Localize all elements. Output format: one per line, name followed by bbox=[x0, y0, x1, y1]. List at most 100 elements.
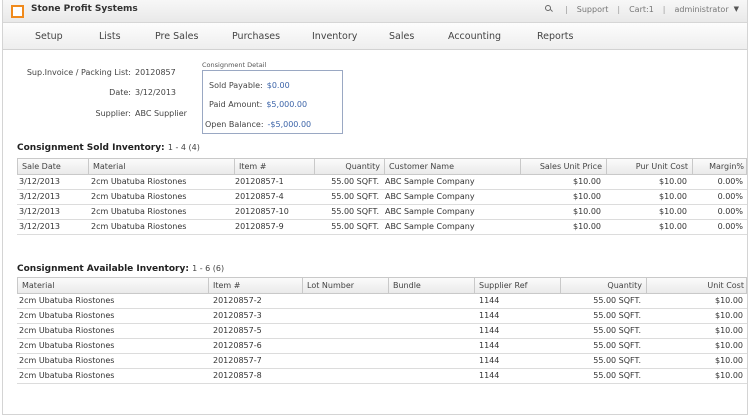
sold-title-text: Consignment Sold Inventory: bbox=[17, 143, 165, 153]
table-cell: 55.00 SQFT. bbox=[331, 207, 379, 216]
sold-payable-row: Sold Payable: $0.00 bbox=[209, 81, 290, 90]
sold-payable-label: Sold Payable: bbox=[209, 81, 263, 90]
column-header[interactable]: Supplier Ref bbox=[474, 278, 560, 293]
table-cell: $10.00 bbox=[659, 222, 687, 231]
table-cell: 55.00 SQFT. bbox=[331, 222, 379, 231]
nav-sales[interactable]: Sales bbox=[389, 31, 414, 42]
table-cell: $10.00 bbox=[573, 222, 601, 231]
table-row[interactable]: 2cm Ubatuba Riostones 20120857-8 1144 55.00… bbox=[17, 369, 747, 384]
paid-amount-row: Paid Amount: $5,000.00 bbox=[209, 100, 307, 109]
column-header[interactable]: Sale Date bbox=[18, 159, 88, 174]
table-cell: 55.00 SQFT. bbox=[593, 326, 641, 335]
table-cell bbox=[303, 309, 383, 323]
table-row[interactable]: 2cm Ubatuba Riostones 20120857-2 1144 55.00… bbox=[17, 294, 747, 309]
sold-payable-value: $0.00 bbox=[266, 81, 290, 90]
table-cell: 55.00 SQFT. bbox=[593, 371, 641, 380]
available-table-header: Material Item # Lot Number Bundle Supplier R… bbox=[17, 277, 747, 294]
table-row[interactable]: 2cm Ubatuba Riostones 20120857-3 1144 55.00… bbox=[17, 309, 747, 324]
table-cell: 20120857-5 bbox=[213, 326, 262, 335]
table-cell: $10.00 bbox=[659, 192, 687, 201]
column-header[interactable]: Material bbox=[18, 278, 208, 293]
nav-reports[interactable]: Reports bbox=[537, 31, 573, 42]
column-header[interactable]: Item # bbox=[208, 278, 302, 293]
table-cell: 0.00% bbox=[717, 192, 743, 201]
table-cell bbox=[303, 324, 383, 338]
table-cell: 3/12/2013 bbox=[19, 222, 61, 231]
table-cell: $10.00 bbox=[659, 207, 687, 216]
column-header[interactable]: Customer Name bbox=[384, 159, 520, 174]
table-cell: $10.00 bbox=[715, 341, 743, 350]
sold-inventory-title: Consignment Sold Inventory: 1 - 4 (4) bbox=[17, 143, 200, 153]
column-header[interactable]: Pur Unit Cost bbox=[606, 159, 692, 174]
table-row[interactable]: 2cm Ubatuba Riostones 20120857-6 1144 55.00… bbox=[17, 339, 747, 354]
table-cell: 2cm Ubatuba Riostones bbox=[19, 356, 115, 365]
column-header[interactable]: Unit Cost bbox=[646, 278, 748, 293]
table-cell: 0.00% bbox=[717, 177, 743, 186]
paid-amount-label: Paid Amount: bbox=[209, 100, 263, 109]
table-row[interactable]: 3/12/2013 2cm Ubatuba Riostones 20120857-1… bbox=[17, 205, 747, 220]
table-cell: 1144 bbox=[479, 311, 500, 320]
nav-accounting[interactable]: Accounting bbox=[448, 31, 501, 42]
supplier-label: Supplier: bbox=[95, 109, 131, 118]
table-cell: 20120857-4 bbox=[235, 192, 284, 201]
table-cell bbox=[303, 354, 383, 368]
table-cell: $10.00 bbox=[715, 326, 743, 335]
column-header[interactable]: Quantity bbox=[560, 278, 646, 293]
table-row[interactable]: 2cm Ubatuba Riostones 20120857-5 1144 55.00… bbox=[17, 324, 747, 339]
table-cell: 1144 bbox=[479, 371, 500, 380]
nav-purchases[interactable]: Purchases bbox=[232, 31, 280, 42]
table-cell: $10.00 bbox=[715, 311, 743, 320]
table-cell: 2cm Ubatuba Riostones bbox=[91, 192, 187, 201]
table-cell bbox=[389, 294, 469, 308]
nav-lists[interactable]: Lists bbox=[99, 31, 121, 42]
column-header[interactable]: Lot Number bbox=[302, 278, 388, 293]
nav-setup[interactable]: Setup bbox=[35, 31, 63, 42]
table-cell: $10.00 bbox=[573, 177, 601, 186]
table-cell: $10.00 bbox=[659, 177, 687, 186]
column-header[interactable]: Margin% bbox=[692, 159, 748, 174]
cart-link[interactable]: Cart:1 bbox=[629, 5, 654, 14]
nav-pre-sales[interactable]: Pre Sales bbox=[155, 31, 198, 42]
table-cell: ABC Sample Company bbox=[385, 222, 475, 231]
separator: | bbox=[662, 4, 666, 14]
table-row[interactable]: 3/12/2013 2cm Ubatuba Riostones 20120857-1… bbox=[17, 175, 747, 190]
table-cell: 3/12/2013 bbox=[19, 177, 61, 186]
table-cell: 20120857-9 bbox=[235, 222, 284, 231]
sold-table-header: Sale Date Material Item # Quantity Customer … bbox=[17, 158, 747, 175]
support-link[interactable]: Support bbox=[577, 5, 609, 14]
table-cell: 2cm Ubatuba Riostones bbox=[19, 311, 115, 320]
invoice-label: Sup.Invoice / Packing List: bbox=[26, 68, 131, 77]
nav-inventory[interactable]: Inventory bbox=[312, 31, 357, 42]
column-header[interactable]: Quantity bbox=[314, 159, 384, 174]
search-icon[interactable] bbox=[544, 4, 554, 14]
table-cell: 55.00 SQFT. bbox=[593, 296, 641, 305]
column-header[interactable]: Sales Unit Price bbox=[520, 159, 606, 174]
column-header[interactable]: Material bbox=[88, 159, 234, 174]
app-window: Stone Profit Systems | Support | Cart:1 … bbox=[2, 0, 748, 415]
table-row[interactable]: 3/12/2013 2cm Ubatuba Riostones 20120857-9… bbox=[17, 220, 747, 235]
table-row[interactable]: 3/12/2013 2cm Ubatuba Riostones 20120857-4… bbox=[17, 190, 747, 205]
open-balance-label: Open Balance: bbox=[205, 120, 264, 129]
column-header[interactable]: Item # bbox=[234, 159, 314, 174]
table-cell: 2cm Ubatuba Riostones bbox=[19, 326, 115, 335]
table-cell: 1144 bbox=[479, 341, 500, 350]
sold-count: 1 - 4 (4) bbox=[167, 143, 200, 152]
table-row[interactable]: 2cm Ubatuba Riostones 20120857-7 1144 55.00… bbox=[17, 354, 747, 369]
table-cell: 20120857-2 bbox=[213, 296, 262, 305]
open-balance-value: -$5,000.00 bbox=[267, 120, 312, 129]
table-cell: 3/12/2013 bbox=[19, 192, 61, 201]
table-cell: 2cm Ubatuba Riostones bbox=[19, 371, 115, 380]
table-cell: 20120857-7 bbox=[213, 356, 262, 365]
table-cell: 20120857-10 bbox=[235, 207, 289, 216]
table-cell: 20120857-1 bbox=[235, 177, 284, 186]
table-cell bbox=[389, 369, 469, 383]
table-cell: 1144 bbox=[479, 356, 500, 365]
table-cell: $10.00 bbox=[573, 207, 601, 216]
table-cell: 0.00% bbox=[717, 222, 743, 231]
top-bar: Stone Profit Systems | Support | Cart:1 … bbox=[3, 0, 747, 23]
chevron-down-icon[interactable]: ▼ bbox=[734, 5, 739, 13]
user-menu[interactable]: administrator bbox=[675, 5, 729, 14]
column-header[interactable]: Bundle bbox=[388, 278, 474, 293]
table-cell: $10.00 bbox=[573, 192, 601, 201]
table-cell: 2cm Ubatuba Riostones bbox=[19, 296, 115, 305]
